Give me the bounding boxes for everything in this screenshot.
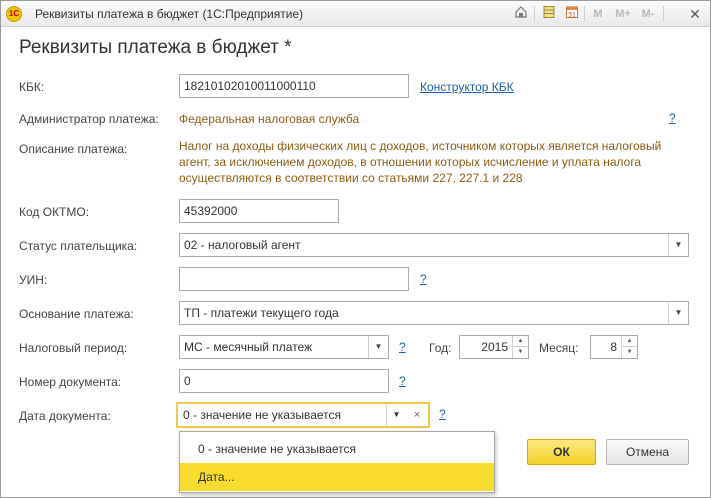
doc-date-select[interactable]: 0 - значение не указывается ▼ ×	[176, 402, 430, 428]
doc-date-dropdown: 0 - значение не указывается Дата...	[179, 431, 495, 493]
payment-basis-value: ТП - платежи текущего года	[184, 306, 339, 320]
toolbar-separator	[663, 6, 664, 22]
oktmo-label: Код ОКТМО:	[19, 205, 90, 219]
tax-period-value: МС - месячный платеж	[184, 340, 313, 354]
memory-button[interactable]: M	[591, 5, 605, 23]
month-label: Месяц:	[539, 341, 579, 355]
description-value: Налог на доходы физических лиц с доходов…	[179, 139, 662, 185]
cancel-button[interactable]: Отмена	[606, 439, 689, 465]
close-icon[interactable]: ✕	[687, 5, 703, 23]
calendar-icon[interactable]: 31	[564, 5, 580, 23]
doc-date-value: 0 - значение не указывается	[183, 408, 342, 422]
kbk-constructor-link[interactable]: Конструктор КБК	[420, 80, 514, 94]
doc-number-help-link[interactable]: ?	[399, 374, 406, 388]
payment-basis-label: Основание платежа:	[19, 307, 134, 321]
uin-label: УИН:	[19, 273, 48, 287]
dialog-window: 1С Реквизиты платежа в бюджет (1С:Предпр…	[0, 0, 711, 498]
doc-number-label: Номер документа:	[19, 375, 122, 389]
doc-date-label: Дата документа:	[19, 409, 111, 423]
chevron-down-icon[interactable]: ▼	[386, 404, 406, 426]
chevron-up-icon[interactable]: ▲	[622, 336, 637, 347]
tax-period-help-link[interactable]: ?	[399, 340, 406, 354]
chevron-down-icon[interactable]: ▼	[668, 234, 688, 256]
administrator-value: Федеральная налоговая служба	[179, 112, 360, 126]
chevron-down-icon[interactable]: ▼	[622, 347, 637, 358]
year-value: 2015	[481, 340, 508, 354]
kbk-input[interactable]: 18210102010011000110	[179, 74, 409, 98]
memory-plus-button[interactable]: M+	[612, 5, 634, 23]
uin-input[interactable]	[179, 267, 409, 291]
title-bar: 1С Реквизиты платежа в бюджет (1С:Предпр…	[1, 1, 710, 27]
administrator-label: Администратор платежа:	[19, 112, 159, 126]
dropdown-option-date[interactable]: Дата...	[180, 463, 494, 491]
kbk-label: КБК:	[19, 80, 45, 94]
year-label: Год:	[429, 341, 452, 355]
chevron-down-icon[interactable]: ▼	[368, 336, 388, 358]
month-stepper[interactable]: 8 ▲ ▼	[590, 335, 638, 359]
toolbar-separator	[584, 6, 585, 22]
description-label: Описание платежа:	[19, 142, 128, 156]
home-icon[interactable]	[513, 5, 529, 23]
toolbar-separator	[534, 6, 535, 22]
year-spin-buttons[interactable]: ▲ ▼	[512, 336, 528, 358]
payment-basis-select[interactable]: ТП - платежи текущего года ▼	[179, 301, 689, 325]
month-value: 8	[610, 340, 617, 354]
chevron-up-icon[interactable]: ▲	[513, 336, 528, 347]
chevron-down-icon[interactable]: ▼	[513, 347, 528, 358]
payer-status-select[interactable]: 02 - налоговый агент ▼	[179, 233, 689, 257]
doc-date-help-link[interactable]: ?	[439, 407, 446, 421]
window-title: Реквизиты платежа в бюджет (1С:Предприят…	[35, 7, 304, 21]
uin-help-link[interactable]: ?	[420, 272, 427, 286]
oktmo-input[interactable]: 45392000	[179, 199, 339, 223]
year-stepper[interactable]: 2015 ▲ ▼	[459, 335, 529, 359]
tax-period-label: Налоговый период:	[19, 341, 128, 355]
table-icon[interactable]	[541, 5, 557, 23]
payer-status-label: Статус плательщика:	[19, 239, 138, 253]
ok-button[interactable]: ОК	[527, 439, 596, 465]
tax-period-select[interactable]: МС - месячный платеж ▼	[179, 335, 389, 359]
month-spin-buttons[interactable]: ▲ ▼	[621, 336, 637, 358]
chevron-down-icon[interactable]: ▼	[668, 302, 688, 324]
memory-minus-button[interactable]: M-	[638, 5, 658, 23]
payer-status-value: 02 - налоговый агент	[184, 238, 301, 252]
doc-number-input[interactable]: 0	[179, 369, 389, 393]
1c-logo-icon: 1С	[6, 6, 22, 22]
administrator-help-link[interactable]: ?	[669, 111, 676, 125]
dropdown-option-not-specified[interactable]: 0 - значение не указывается	[180, 435, 494, 463]
clear-icon[interactable]: ×	[408, 404, 426, 426]
svg-text:31: 31	[568, 12, 576, 19]
page-title: Реквизиты платежа в бюджет *	[19, 37, 292, 58]
